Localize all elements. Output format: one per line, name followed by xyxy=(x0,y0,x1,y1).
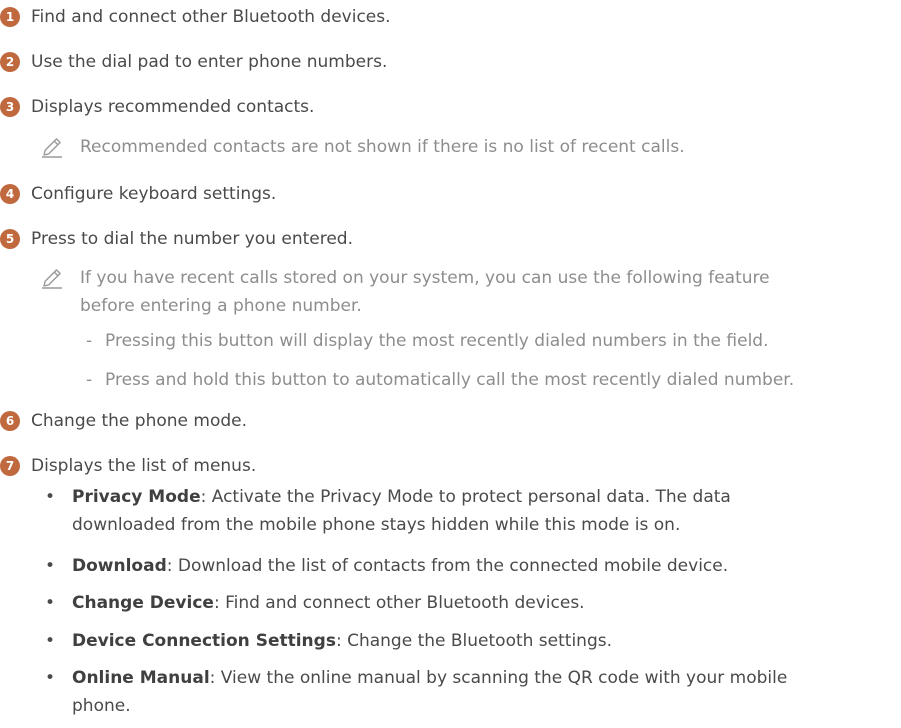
item-text: Press to dial the number you entered. xyxy=(31,229,353,249)
menu-description: : Activate the Privacy Mode to protect p… xyxy=(200,487,731,507)
pencil-icon xyxy=(42,138,62,158)
note-text: Recommended contacts are not shown if th… xyxy=(80,137,685,157)
list-item: 3 Displays recommended contacts. xyxy=(0,93,314,121)
list-item: 1 Find and connect other Bluetooth devic… xyxy=(0,3,391,31)
bullet-mark: • xyxy=(45,668,56,688)
menu-list-item: • Online Manual: View the online manual … xyxy=(0,665,901,721)
number-badge: 7 xyxy=(0,456,20,476)
dash-mark: - xyxy=(86,331,93,351)
item-text: Use the dial pad to enter phone numbers. xyxy=(31,52,388,72)
manual-page: 1 Find and connect other Bluetooth devic… xyxy=(0,0,901,728)
dash-mark: - xyxy=(86,370,93,390)
list-item: 5 Press to dial the number you entered. xyxy=(0,225,353,253)
item-text: Displays recommended contacts. xyxy=(31,97,315,117)
item-text: Change the phone mode. xyxy=(31,411,248,431)
note-text-line-1: If you have recent calls stored on your … xyxy=(80,268,770,288)
menu-description-line-2: downloaded from the mobile phone stays h… xyxy=(72,515,681,535)
sub-item-text: Press and hold this button to automatica… xyxy=(105,370,795,390)
number-badge: 6 xyxy=(0,411,20,431)
number-badge: 5 xyxy=(0,229,20,249)
bullet-mark: • xyxy=(45,487,56,507)
menu-description: : Change the Bluetooth settings. xyxy=(335,631,613,651)
number-badge: 4 xyxy=(0,184,20,204)
bullet-mark: • xyxy=(45,556,56,576)
menu-description: : View the online manual by scanning the… xyxy=(209,668,788,688)
menu-description: : Download the list of contacts from the… xyxy=(166,556,729,576)
list-item: 6 Change the phone mode. xyxy=(0,407,247,435)
number-badge: 2 xyxy=(0,52,20,72)
note: Recommended contacts are not shown if th… xyxy=(0,133,901,161)
sub-item-text: Pressing this button will display the mo… xyxy=(105,331,769,351)
menu-label: Change Device xyxy=(72,593,214,613)
item-text: Find and connect other Bluetooth devices… xyxy=(31,7,391,27)
number-badge: 3 xyxy=(0,97,20,117)
bullet-mark: • xyxy=(45,631,56,651)
list-item: 2 Use the dial pad to enter phone number… xyxy=(0,48,387,76)
menu-label: Privacy Mode xyxy=(72,487,201,507)
sub-list-item: - Press and hold this button to automatic… xyxy=(86,370,794,390)
item-text: Displays the list of menus. xyxy=(31,456,257,476)
menu-list-item: • Device Connection Settings: Change the… xyxy=(0,628,901,656)
menu-description: : Find and connect other Bluetooth devic… xyxy=(213,593,585,613)
pencil-icon xyxy=(42,269,62,289)
note: If you have recent calls stored on your … xyxy=(0,264,901,320)
menu-list-item: • Change Device: Find and connect other … xyxy=(0,590,901,618)
menu-description-line-2: phone. xyxy=(72,696,131,716)
note-text-line-2: before entering a phone number. xyxy=(80,296,362,316)
list-item: 4 Configure keyboard settings. xyxy=(0,180,276,208)
menu-label: Online Manual xyxy=(72,668,210,688)
menu-label: Device Connection Settings xyxy=(72,631,336,651)
sub-list-item: - Pressing this button will display the m… xyxy=(86,331,768,351)
menu-list-item: • Download: Download the list of contact… xyxy=(0,553,901,581)
menu-list-item: • Privacy Mode: Activate the Privacy Mod… xyxy=(0,484,901,540)
item-text: Configure keyboard settings. xyxy=(31,184,277,204)
bullet-mark: • xyxy=(45,593,56,613)
menu-label: Download xyxy=(72,556,167,576)
list-item: 7 Displays the list of menus. xyxy=(0,452,256,480)
number-badge: 1 xyxy=(0,7,20,27)
